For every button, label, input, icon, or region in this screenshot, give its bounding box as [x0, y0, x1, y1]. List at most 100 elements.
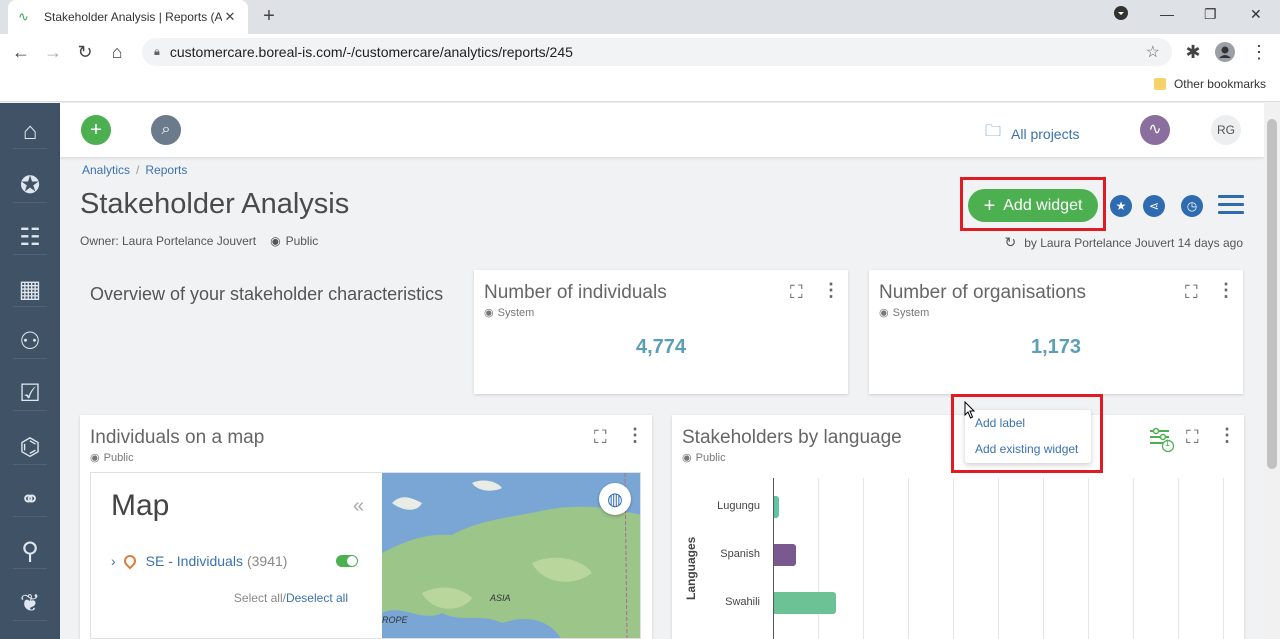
- extensions-icon[interactable]: ✱: [1182, 42, 1204, 62]
- organisations-icon[interactable]: ▦: [13, 273, 47, 307]
- chart-gridline: [863, 478, 864, 639]
- address-bar[interactable]: 🔒︎ customercare.boreal-is.com/-/customer…: [142, 38, 1172, 66]
- globe-icon[interactable]: ◍: [599, 483, 631, 515]
- tasks-icon[interactable]: ☑: [13, 377, 47, 411]
- scrollbar-thumb[interactable]: [1267, 119, 1277, 469]
- map-panel-title: Map: [111, 489, 170, 522]
- card-title: Individuals on a map: [90, 427, 265, 448]
- breadcrumb-analytics[interactable]: Analytics: [82, 163, 130, 177]
- stakeholders-icon[interactable]: ☷: [13, 221, 47, 255]
- profile-dropdown-icon[interactable]: [1114, 6, 1128, 23]
- more-options-icon[interactable]: ⋮: [822, 280, 840, 301]
- favorite-star-icon[interactable]: ★: [1110, 195, 1132, 217]
- overview-label: Overview of your stakeholder characteris…: [90, 284, 444, 304]
- engagement-icon[interactable]: ⚭: [13, 483, 47, 517]
- add-icon[interactable]: +: [81, 115, 111, 145]
- card-value: 1,173: [1030, 336, 1082, 358]
- chart-category-label: Lugungu: [717, 500, 760, 512]
- browser-toolbar: ← → ↻ ⌂ 🔒︎ customercare.boreal-is.com/-/…: [0, 34, 1280, 70]
- bookmark-star-icon[interactable]: ☆: [1146, 42, 1160, 62]
- chart-gridline: [908, 478, 909, 639]
- add-label-menu-item[interactable]: Add label: [975, 416, 1025, 430]
- chart-bar[interactable]: [773, 544, 796, 566]
- filter-icon[interactable]: 1: [1149, 427, 1175, 458]
- chart-gridline: [998, 478, 999, 639]
- page-scrollbar[interactable]: [1264, 103, 1280, 639]
- maximize-icon[interactable]: ❐: [1204, 6, 1217, 23]
- card-value: 4,774: [635, 336, 687, 358]
- map-layer-panel: Map « › SE - Individuals (3941) Select a…: [91, 473, 382, 638]
- breadcrumb-separator: /: [136, 163, 140, 177]
- add-widget-label: Add widget: [1003, 196, 1083, 214]
- new-tab-button[interactable]: +: [258, 6, 280, 28]
- map-label-europe: ROPE: [382, 615, 408, 625]
- app-topbar: + ⌕ 🗀︎ All projects ∿ RG: [60, 103, 1264, 157]
- organisations-card: Number of organisations ◉ System 1,173 ⛶ …: [869, 270, 1243, 394]
- map-label-asia: ASIA: [490, 593, 511, 603]
- add-existing-widget-menu-item[interactable]: Add existing widget: [975, 442, 1078, 456]
- all-projects-label: All projects: [1011, 125, 1080, 142]
- app-sidebar: ⌂ ✪ ☷ ▦ ⚇ ☑ ⌬ ⚭ ⚲ ❦: [0, 103, 60, 639]
- owner-info: Owner: Laura Portelance Jouvert ◉ Public: [80, 234, 318, 248]
- selection-controls: Select all/Deselect all: [234, 591, 348, 605]
- url-text: customercare.boreal-is.com/-/customercar…: [169, 44, 573, 60]
- search-icon[interactable]: ⌕: [151, 115, 181, 145]
- minimize-icon[interactable]: —: [1160, 6, 1174, 22]
- map-canvas[interactable]: ASIA ROPE ◍: [382, 473, 640, 638]
- language-bar-chart: Lugungu Spanish Swahili: [682, 478, 1242, 639]
- breadcrumb-reports[interactable]: Reports: [145, 163, 187, 177]
- fullscreen-icon[interactable]: ⛶: [594, 427, 607, 448]
- communities-icon[interactable]: ⌬: [13, 431, 47, 465]
- browser-menu-icon[interactable]: ⋮: [1248, 42, 1270, 62]
- chart-y-axis: [773, 478, 774, 639]
- fullscreen-icon[interactable]: ⛶: [1186, 427, 1199, 448]
- account-icon[interactable]: [1214, 42, 1236, 66]
- collapse-chevrons-icon[interactable]: «: [353, 495, 364, 518]
- groups-icon[interactable]: ⚇: [13, 325, 47, 359]
- layer-name[interactable]: SE - Individuals: [146, 553, 243, 569]
- other-bookmarks-label: Other bookmarks: [1173, 77, 1266, 91]
- select-all-link[interactable]: Select all: [234, 591, 283, 605]
- leaf-icon[interactable]: ❦: [13, 587, 47, 621]
- browser-tab[interactable]: ∿ Stakeholder Analysis | Reports (A ✕: [8, 0, 248, 34]
- menu-icon[interactable]: [1218, 195, 1244, 217]
- map-pin-icon[interactable]: ⚲: [13, 535, 47, 569]
- fullscreen-icon[interactable]: ⛶: [1185, 282, 1198, 303]
- page-title: Stakeholder Analysis: [80, 188, 350, 220]
- eye-icon: ◉: [90, 452, 100, 464]
- home-icon[interactable]: ⌂: [13, 115, 47, 149]
- layer-toggle[interactable]: [336, 555, 358, 567]
- chart-gridline: [1043, 478, 1044, 639]
- card-sub-text: System: [892, 307, 930, 319]
- history-clock-icon[interactable]: ◷: [1181, 195, 1203, 217]
- eye-icon: ◉: [270, 234, 281, 248]
- map-layer-row[interactable]: › SE - Individuals (3941): [111, 552, 361, 570]
- folder-icon: 🗀︎: [985, 123, 1002, 140]
- fullscreen-icon[interactable]: ⛶: [790, 282, 803, 303]
- close-tab-icon[interactable]: ✕: [222, 9, 238, 25]
- all-projects-link[interactable]: 🗀︎ All projects: [985, 120, 1079, 147]
- deselect-all-link[interactable]: Deselect all: [286, 591, 348, 605]
- other-bookmarks[interactable]: Other bookmarks: [1153, 77, 1266, 91]
- add-widget-button[interactable]: + Add widget: [968, 189, 1098, 222]
- share-icon[interactable]: ⋖: [1143, 195, 1165, 217]
- user-avatar[interactable]: RG: [1211, 115, 1241, 145]
- activity-pulse-icon[interactable]: ∿: [1140, 115, 1170, 145]
- chart-bar[interactable]: [773, 592, 837, 614]
- home-icon[interactable]: ⌂: [106, 42, 128, 62]
- more-options-icon[interactable]: ⋮: [626, 425, 644, 446]
- card-sub-text: Public: [695, 452, 726, 464]
- back-arrow-icon[interactable]: ←: [10, 42, 32, 62]
- close-window-icon[interactable]: ✕: [1250, 6, 1262, 23]
- mouse-cursor-icon: [964, 401, 976, 419]
- star-icon[interactable]: ✪: [13, 169, 47, 203]
- reload-icon[interactable]: ↻: [74, 42, 96, 62]
- more-options-icon[interactable]: ⋮: [1217, 280, 1235, 301]
- card-title: Number of individuals: [484, 282, 667, 303]
- forward-arrow-icon[interactable]: →: [42, 42, 64, 62]
- more-options-icon[interactable]: ⋮: [1218, 425, 1236, 446]
- refresh-icon[interactable]: ↻: [1004, 234, 1016, 251]
- add-context-menu: Add label Add existing widget: [965, 410, 1091, 463]
- chevron-right-icon[interactable]: ›: [111, 553, 116, 569]
- plus-icon: +: [983, 194, 996, 217]
